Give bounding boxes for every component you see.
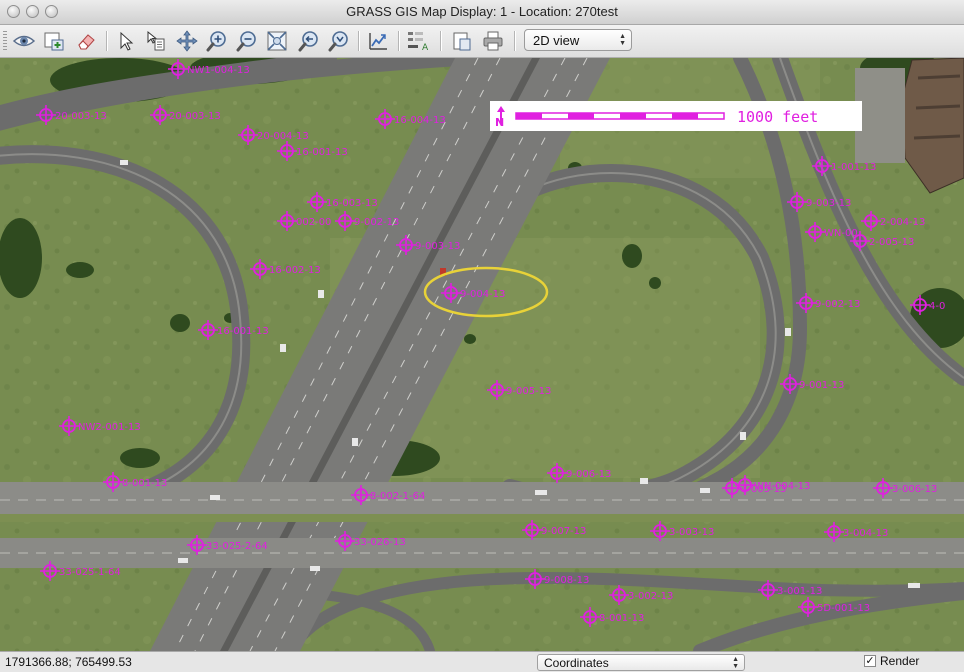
query-button[interactable]: [144, 29, 168, 53]
north-arrow-letter: N: [495, 116, 504, 129]
zoom-menu-icon: [328, 31, 348, 52]
pointer-button[interactable]: [114, 29, 138, 53]
zoom-extent-button[interactable]: [265, 29, 289, 53]
save-button[interactable]: [450, 29, 474, 53]
toolbar-separator: [358, 31, 360, 51]
gcp-label: 3-001-13: [777, 586, 822, 597]
gcp-label: 16-003-13: [326, 198, 378, 209]
erase-button[interactable]: [74, 29, 98, 53]
gcp-label: 20-003-13: [55, 111, 107, 122]
zoom-back-button[interactable]: [297, 29, 321, 53]
zoom-out-icon: [236, 31, 256, 52]
gcp-label: WN-00: [824, 228, 858, 239]
gcp-label: 9-002-13: [815, 299, 860, 310]
gcp-label: 16-001-13: [296, 147, 348, 158]
gcp-label: 20-003-13: [169, 111, 221, 122]
scalebar-label: 1000 feet: [737, 108, 818, 126]
toolbar-grip[interactable]: [3, 31, 7, 51]
zoom-extent-icon: [267, 31, 287, 51]
gcp-label: 3-004-13: [843, 528, 888, 539]
analyze-button[interactable]: [366, 29, 390, 53]
save-icon: [453, 32, 471, 51]
query-icon: [147, 30, 165, 51]
analyze-icon: [369, 33, 387, 50]
render-map-icon: [44, 32, 64, 51]
display-map-icon: [13, 35, 35, 47]
zoom-in-icon: [206, 31, 226, 52]
gcp-label: 3-006-13: [892, 484, 937, 495]
toolbar-separator: [106, 31, 108, 51]
gcp-label: 3-005-13: [741, 484, 786, 495]
gcp-label: 20-004-13: [257, 131, 309, 142]
toolbar-separator: [514, 31, 516, 51]
gcp-label: 3-002-13: [628, 591, 673, 602]
gcp-label: 16-004-13: [394, 115, 446, 126]
updown-arrows-icon: ▲ ▼: [732, 656, 739, 670]
gcp-label: 002-00: [296, 217, 331, 228]
pointer-icon: [120, 31, 134, 51]
toolbar-separator: [440, 31, 442, 51]
gcp-label: 9-005-13: [506, 386, 551, 397]
render-map-button[interactable]: [42, 29, 66, 53]
status-bar: 1791366.88; 765499.53 Coordinates ▲ ▼ ✓ R…: [0, 651, 964, 672]
print-button[interactable]: [481, 29, 505, 53]
updown-arrows-icon: ▲ ▼: [619, 33, 626, 47]
erase-icon: [78, 34, 95, 50]
gcp-label: 9-006-13: [566, 469, 611, 480]
svg-text:A: A: [422, 43, 429, 53]
decoration-button[interactable]: A: [406, 29, 430, 53]
gcp-label: 9-003-13: [415, 241, 460, 252]
zoom-out-button[interactable]: [235, 29, 259, 53]
gcp-label: 16-002-13: [269, 265, 321, 276]
road-median-strip: [0, 514, 964, 522]
gcp-label: 9-007-13: [541, 526, 586, 537]
gcp-label: 9-001-13: [799, 380, 844, 391]
pan-button[interactable]: [175, 29, 199, 53]
pan-icon: [176, 30, 198, 52]
gcp-label: 8-001-13: [599, 613, 644, 624]
view-mode-value: 2D view: [533, 33, 580, 48]
view-mode-select[interactable]: 2D view ▲ ▼: [524, 29, 632, 51]
toolbar-separator: [398, 31, 400, 51]
gcp-label: 9-003-13: [806, 198, 851, 209]
render-label: Render: [880, 654, 920, 668]
gcp-label: 2-005-13: [869, 237, 914, 248]
gcp-label: 8-002-1-64: [370, 491, 425, 502]
zoom-in-button[interactable]: [205, 29, 229, 53]
print-icon: [483, 31, 503, 51]
gcp-label: 33-026-13: [354, 537, 406, 548]
render-checkbox[interactable]: ✓: [864, 655, 876, 667]
map-toolbar: A 2D view ▲ ▼: [0, 25, 964, 58]
gcp-label: 33-025-2-64: [206, 541, 268, 552]
gcp-label: 9-008-13: [544, 575, 589, 586]
window-title: GRASS GIS Map Display: 1 - Location: 270…: [346, 4, 618, 19]
map-display-window: GRASS GIS Map Display: 1 - Location: 270…: [0, 0, 964, 672]
gcp-label: 3-003-13: [669, 527, 714, 538]
scalebar: N 1000 feet: [490, 101, 862, 131]
statusbar-mode-select[interactable]: Coordinates ▲ ▼: [537, 654, 745, 671]
render-toggle[interactable]: ✓ Render: [864, 654, 919, 668]
parking-lot: [855, 68, 905, 163]
decoration-icon: A: [408, 32, 429, 53]
gcp-label: NW2-001-13: [78, 422, 141, 433]
zoom-back-icon: [298, 31, 318, 52]
gcp-label: 5D-001-13: [817, 603, 870, 614]
gcp-label: 1-001-13: [831, 162, 876, 173]
statusbar-mode-value: Coordinates: [544, 656, 609, 670]
gcp-label: 9-004-13: [460, 289, 505, 300]
title-bar: GRASS GIS Map Display: 1 - Location: 270…: [0, 0, 964, 25]
gcp-label: NW1-004-13: [187, 65, 250, 76]
map-canvas[interactable]: N 1000 feet NW1-004-13 20-003-13 20-003-13…: [0, 58, 964, 651]
gcp-label: 33-025-1-64: [59, 567, 121, 578]
zoom-menu-button[interactable]: [327, 29, 351, 53]
display-map-button[interactable]: [12, 29, 36, 53]
coordinates-readout: 1791366.88; 765499.53: [5, 655, 132, 669]
gcp-label: 4-0: [929, 301, 945, 312]
map-layer: N 1000 feet NW1-004-13 20-003-13 20-003-13…: [0, 58, 964, 651]
gcp-label: 9-002-13: [354, 217, 399, 228]
gcp-label: 16-001-13: [217, 326, 269, 337]
gcp-label: 2-004-13: [880, 217, 925, 228]
gcp-label: 8-001-13: [122, 478, 167, 489]
